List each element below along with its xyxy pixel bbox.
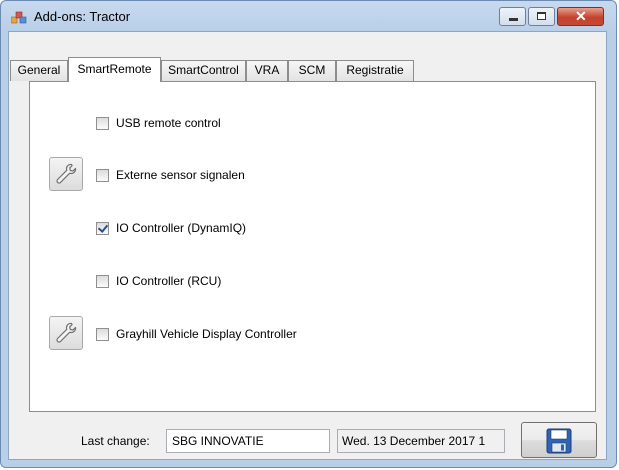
tab-label: SCM [298,63,326,77]
tab-scm[interactable]: SCM [288,60,336,81]
minimize-button[interactable] [499,7,526,26]
option-label: IO Controller (RCU) [116,274,222,288]
wrench-icon [56,322,77,343]
io-controller-dynamiq-checkbox[interactable] [96,222,109,235]
externe-sensor-settings-button[interactable] [49,157,83,191]
tab-vra[interactable]: VRA [246,60,288,81]
tab-smartremote[interactable]: SmartRemote [68,57,161,82]
wrench-icon [56,163,77,184]
title-bar[interactable]: Add-ons: Tractor ✕ [1,1,616,31]
tab-general[interactable]: General [10,60,68,81]
tab-label: SmartControl [168,63,239,77]
maximize-icon [537,12,546,20]
tab-label: Registratie [346,63,404,77]
close-icon: ✕ [575,8,587,24]
smartremote-panel: USB remote control Externe sensor signal… [29,81,596,412]
option-label: Grayhill Vehicle Display Controller [116,327,297,341]
grayhill-settings-button[interactable] [49,316,83,350]
option-label: Externe sensor signalen [116,168,245,182]
option-label: USB remote control [116,116,221,130]
minimize-icon [509,18,518,21]
last-change-date-field: Wed. 13 December 2017 1 [337,429,505,453]
last-change-user-field[interactable]: SBG INNOVATIE [166,429,330,453]
tab-label: SmartRemote [77,62,152,76]
tab-label: General [17,63,61,77]
externe-sensor-signalen-checkbox[interactable] [96,169,109,182]
tab-label: VRA [254,63,280,77]
tab-registratie[interactable]: Registratie [336,60,414,81]
grayhill-vehicle-display-controller-checkbox[interactable] [96,328,109,341]
save-button[interactable] [521,422,597,458]
app-icon [10,10,27,24]
window-title: Add-ons: Tractor [34,9,131,24]
last-change-label: Last change: [81,434,150,448]
tab-smartcontrol[interactable]: SmartControl [161,60,246,81]
floppy-disk-icon [546,428,572,454]
close-button[interactable]: ✕ [557,7,604,26]
maximize-button[interactable] [528,7,555,26]
usb-remote-control-checkbox[interactable] [96,117,109,130]
io-controller-rcu-checkbox[interactable] [96,275,109,288]
option-label: IO Controller (DynamIQ) [116,221,247,235]
